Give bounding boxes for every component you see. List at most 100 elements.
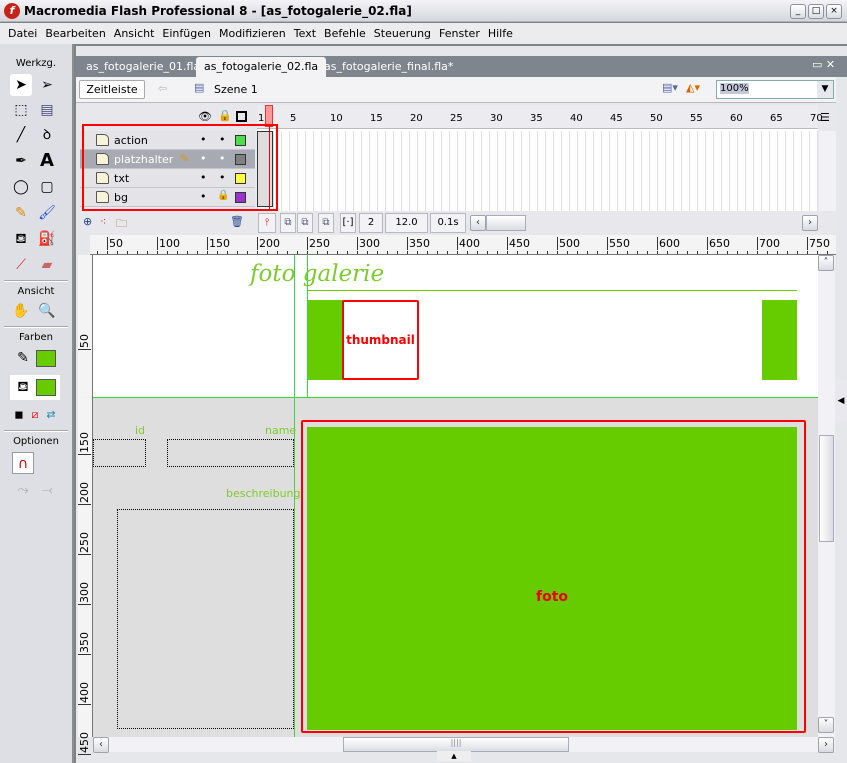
subselection-tool-icon[interactable]: ➢: [36, 74, 58, 96]
text-tool-icon[interactable]: A: [36, 150, 58, 172]
delete-layer-trash-icon[interactable]: 🗑: [230, 215, 244, 228]
restore-document-icon[interactable]: ▭ ✕: [812, 58, 835, 71]
frame-rate[interactable]: 12.0 BpS: [385, 213, 428, 246]
chevron-down-icon[interactable]: ▼: [817, 81, 833, 98]
edit-scene-icon[interactable]: ▤▾: [662, 81, 678, 94]
id-textfield[interactable]: [93, 439, 146, 467]
menu-modifizieren[interactable]: Modifizieren: [215, 23, 290, 44]
guide-horizontal[interactable]: [93, 397, 818, 398]
menu-einfuegen[interactable]: Einfügen: [158, 23, 215, 44]
close-button[interactable]: ×: [826, 4, 842, 19]
onion-skin-icon[interactable]: ⧉: [280, 213, 296, 233]
frame-number: 15: [370, 113, 383, 124]
guide-vertical[interactable]: [307, 255, 308, 398]
thumbnail-left[interactable]: [307, 300, 343, 380]
line-tool-icon[interactable]: ╱: [10, 124, 32, 146]
frame-number: 5: [290, 113, 297, 124]
ruler-label: 350: [78, 632, 91, 655]
pen-tool-icon[interactable]: ✒: [10, 150, 32, 172]
panel-collapse-icon[interactable]: ◀: [835, 380, 847, 422]
scene-label: Szene 1: [214, 83, 258, 96]
ruler-label: 250: [307, 237, 330, 250]
minimize-button[interactable]: _: [790, 4, 806, 19]
ruler-label: 300: [357, 237, 380, 250]
ruler-label: 150: [78, 432, 91, 455]
edit-multiple-frames-icon[interactable]: ⧉: [318, 213, 334, 233]
swap-colors-icon[interactable]: ⇄: [40, 404, 62, 426]
zoom-tool-icon[interactable]: 🔍: [36, 300, 58, 322]
tab-as-fotogalerie-final[interactable]: as_fotogalerie_final.fla*: [316, 57, 461, 77]
scroll-down-icon[interactable]: ˅: [818, 717, 834, 733]
pencil-tool-icon[interactable]: ✎: [10, 202, 32, 224]
divider: [4, 326, 68, 328]
menu-steuerung[interactable]: Steuerung: [370, 23, 435, 44]
center-frame-icon[interactable]: ⫯: [258, 213, 276, 233]
scene-icon: ▤: [194, 81, 205, 94]
onion-outline-icon[interactable]: ⧉: [297, 213, 313, 233]
hand-tool-icon[interactable]: ✋: [10, 300, 32, 322]
snap-magnet-icon[interactable]: ∩: [12, 452, 34, 474]
foto-placeholder[interactable]: foto: [307, 427, 797, 730]
stroke-color-swatch[interactable]: [36, 350, 56, 367]
lasso-tool-icon[interactable]: ꝺ: [36, 124, 58, 146]
maximize-button[interactable]: □: [808, 4, 824, 19]
scroll-left-icon[interactable]: ‹: [93, 737, 109, 753]
menu-text[interactable]: Text: [290, 23, 320, 44]
add-motion-guide-icon[interactable]: ⁖: [100, 215, 106, 228]
timeline-menu-icon[interactable]: ☰: [820, 111, 830, 124]
brush-tool-icon[interactable]: 🖌: [36, 202, 58, 224]
heading-foto-galerie: foto galerie: [250, 261, 385, 287]
fill-color-swatch[interactable]: [36, 379, 56, 396]
properties-panel-expand-icon[interactable]: ▲: [437, 751, 471, 761]
thumbnail-placeholder[interactable]: thumbnail: [342, 300, 419, 380]
frame-cells[interactable]: [257, 131, 818, 211]
oval-tool-icon[interactable]: ◯: [10, 176, 32, 198]
tab-as-fotogalerie-01[interactable]: as_fotogalerie_01.fla: [78, 57, 208, 77]
timeline-hscroll-thumb[interactable]: [486, 215, 526, 231]
eyedropper-tool-icon[interactable]: ⟋: [10, 254, 32, 276]
scroll-right-icon[interactable]: ›: [818, 737, 834, 753]
eye-icon[interactable]: 👁: [198, 110, 212, 123]
zoom-select[interactable]: 100% ▼: [716, 80, 834, 99]
tab-as-fotogalerie-02[interactable]: as_fotogalerie_02.fla: [196, 57, 327, 77]
lock-icon[interactable]: 🔒: [218, 109, 232, 122]
straighten-icon[interactable]: ⤙: [36, 479, 58, 501]
rectangle-tool-icon[interactable]: ▢: [36, 176, 58, 198]
edit-symbols-icon[interactable]: ◭▾: [686, 81, 700, 94]
timeline-scroll-right-icon[interactable]: ›: [802, 215, 818, 231]
smooth-icon[interactable]: ⤳: [12, 479, 34, 501]
menu-bearbeiten[interactable]: Bearbeiten: [41, 23, 109, 44]
menu-datei[interactable]: Datei: [4, 23, 41, 44]
stage[interactable]: foto galerie thumbnail foto id name besc…: [93, 255, 818, 737]
insert-layer-icon[interactable]: ⊕: [83, 215, 92, 228]
selection-tool-icon[interactable]: ➤: [10, 74, 32, 96]
vscroll-thumb[interactable]: [819, 435, 834, 542]
thumbnail-right[interactable]: [762, 300, 797, 380]
label-beschreibung: beschreibung: [226, 487, 301, 500]
outline-icon[interactable]: [236, 111, 247, 122]
stage-vscroll[interactable]: ˄ ˅: [818, 255, 835, 737]
insert-folder-icon[interactable]: 🗀: [116, 215, 127, 234]
modify-onion-markers-icon[interactable]: [·]: [340, 213, 356, 233]
name-textfield[interactable]: [167, 439, 294, 467]
ink-bottle-tool-icon[interactable]: ⛾: [10, 228, 32, 250]
paint-bucket-tool-icon[interactable]: ⛽: [36, 228, 58, 250]
hscroll-thumb[interactable]: ||||: [343, 737, 569, 752]
beschreibung-textfield[interactable]: [117, 509, 294, 729]
flash-logo-icon: f: [4, 3, 20, 19]
menu-hilfe[interactable]: Hilfe: [484, 23, 517, 44]
menu-fenster[interactable]: Fenster: [435, 23, 484, 44]
back-arrow-icon[interactable]: ⇦: [158, 82, 167, 95]
timeline-scroll-left-icon[interactable]: ‹: [470, 215, 486, 231]
gradient-transform-tool-icon[interactable]: ▤: [36, 99, 58, 121]
stage-hscroll[interactable]: ‹ |||| ›: [93, 737, 835, 753]
menu-ansicht[interactable]: Ansicht: [110, 23, 159, 44]
eraser-tool-icon[interactable]: ▰: [36, 254, 58, 276]
menu-befehle[interactable]: Befehle: [320, 23, 370, 44]
timeline-vscroll[interactable]: [819, 131, 836, 211]
frame-grid[interactable]: 1 5 10 15 20 25 30 35 40 45 50 55 60 65 70: [257, 105, 823, 211]
zoom-value: 100%: [720, 83, 749, 94]
free-transform-tool-icon[interactable]: ⬚: [10, 99, 32, 121]
scroll-up-icon[interactable]: ˄: [818, 255, 834, 271]
timeline-toggle-button[interactable]: Zeitleiste: [79, 80, 145, 99]
